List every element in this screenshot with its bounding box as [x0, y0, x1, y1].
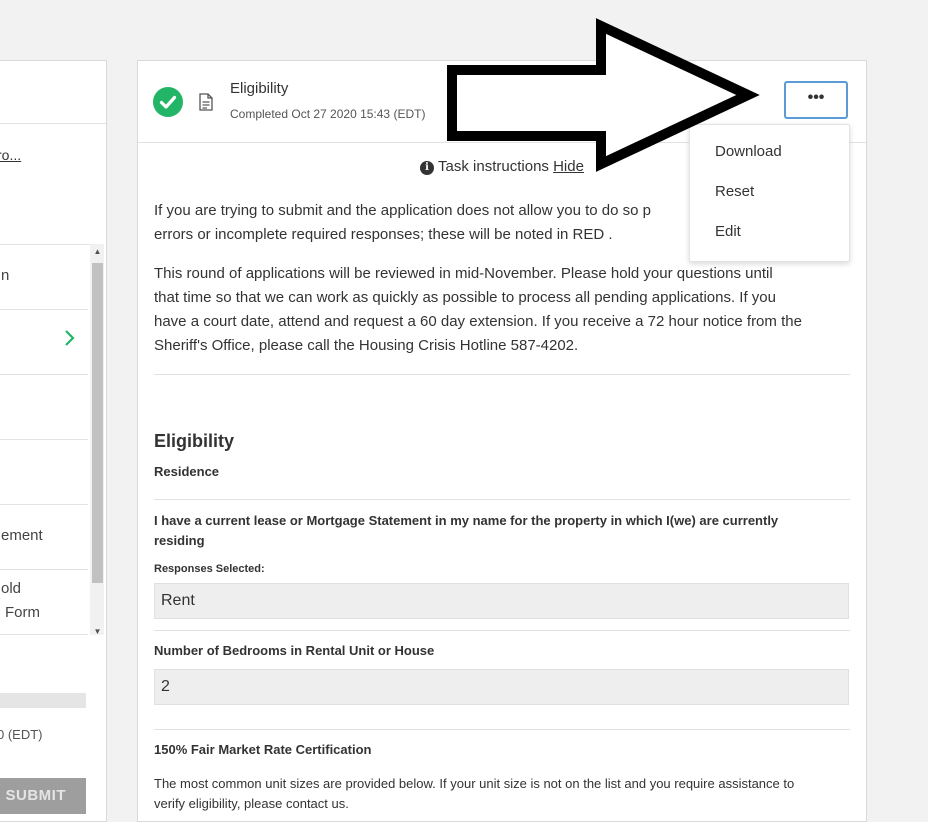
completed-check-icon [153, 87, 183, 117]
paragraph-line: The most common unit sizes are provided … [154, 776, 795, 791]
left-date-text: 0 (EDT) [0, 727, 43, 742]
hide-instructions-link[interactable]: Hide [553, 158, 584, 175]
left-list-item[interactable]: ement [0, 505, 88, 570]
question-label: 150% Fair Market Rate Certification [154, 742, 372, 757]
scroll-up-arrow-icon[interactable]: ▲ [92, 247, 103, 256]
left-list-item[interactable]: old Form [0, 570, 88, 635]
menu-item-reset[interactable]: Reset [715, 183, 754, 200]
menu-item-edit[interactable]: Edit [715, 223, 741, 240]
divider [154, 729, 850, 730]
divider [154, 374, 850, 375]
paragraph-line: that time so that we can work as quickly… [154, 289, 776, 306]
task-title: Eligibility [230, 80, 289, 97]
left-list-item[interactable]: n [0, 245, 88, 310]
left-list-item[interactable] [0, 440, 88, 505]
question-line: residing [154, 533, 205, 548]
left-list-item-label: old [1, 580, 22, 597]
task-instructions-label: Task instructions [438, 158, 549, 175]
left-panel-header [0, 61, 106, 124]
paragraph-line: have a court date, attend and request a … [154, 313, 802, 330]
question-label: Number of Bedrooms in Rental Unit or Hou… [154, 643, 435, 658]
paragraph-line: Sheriff's Office, please call the Housin… [154, 337, 579, 354]
paragraph-line: verify eligibility, please contact us. [154, 796, 349, 811]
more-options-menu: Download Reset Edit [689, 124, 850, 262]
menu-item-download[interactable]: Download [715, 143, 782, 160]
task-completed-timestamp: Completed Oct 27 2020 15:43 (EDT) [230, 107, 426, 121]
responses-selected-label: Responses Selected: [154, 563, 265, 575]
info-icon: i [420, 161, 435, 175]
left-progress-bar [0, 693, 86, 708]
left-panel: ro... n ement old Form ▲ ▼ 0 (EDT) SUBMI… [0, 60, 107, 822]
paragraph-line: This round of applications will be revie… [154, 265, 773, 282]
chevron-right-icon [65, 330, 75, 346]
left-list-scrollbar-thumb[interactable] [92, 263, 103, 583]
response-value-field: Rent [154, 583, 849, 619]
scroll-down-arrow-icon[interactable]: ▼ [92, 627, 103, 636]
left-list-item-label: n [1, 267, 10, 284]
divider [154, 630, 850, 631]
left-task-list: n ement old Form [0, 244, 91, 636]
left-list-item-label: Form [5, 604, 40, 621]
divider [154, 499, 850, 500]
document-icon [199, 93, 213, 111]
instructions-paragraph: This round of applications will be revie… [154, 262, 854, 358]
form-subsection-title: Residence [154, 464, 220, 479]
left-panel-link[interactable]: ro... [0, 147, 21, 163]
question-line: I have a current lease or Mortgage State… [154, 513, 779, 528]
question-description: The most common unit sizes are provided … [154, 774, 854, 814]
submit-button[interactable]: SUBMIT [0, 778, 86, 814]
left-list-item[interactable] [0, 310, 88, 375]
submit-button-label: SUBMIT [5, 787, 66, 804]
more-options-button[interactable]: ••• [784, 81, 848, 119]
form-section-title: Eligibility [154, 431, 235, 451]
question-label: I have a current lease or Mortgage State… [154, 511, 844, 551]
response-value-field: 2 [154, 669, 849, 705]
left-list-item[interactable] [0, 375, 88, 440]
left-list-item-label: ement [1, 527, 43, 544]
